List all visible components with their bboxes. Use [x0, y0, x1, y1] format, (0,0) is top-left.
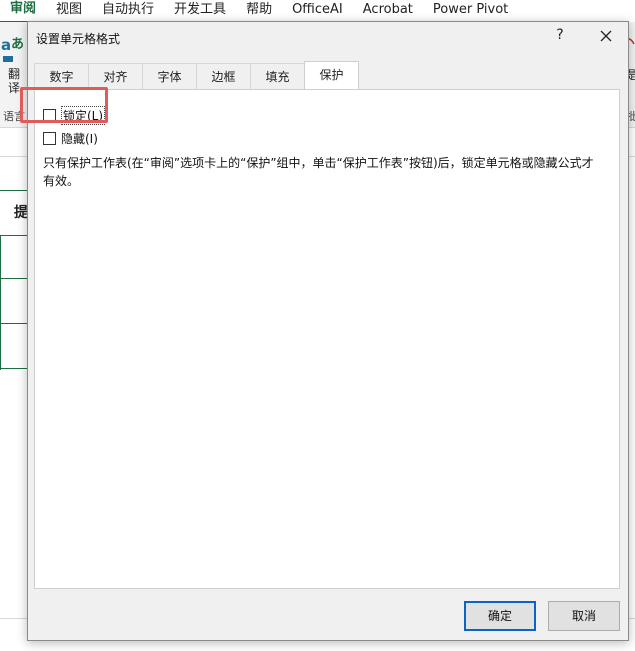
- translate-icon[interactable]: a あ: [1, 34, 27, 64]
- sheet-row-divider: [0, 278, 28, 279]
- ribbon-tab-bar: 审阅 视图 自动执行 开发工具 帮助 OfficeAI Acrobat Powe…: [0, 0, 635, 23]
- ribbon-tab-review[interactable]: 审阅: [0, 0, 47, 23]
- sheet-row-divider: [0, 323, 28, 324]
- ribbon-tab-power-pivot[interactable]: Power Pivot: [423, 0, 518, 22]
- tab-protection[interactable]: 保护: [304, 61, 359, 89]
- ribbon-tab-developer[interactable]: 开发工具: [164, 0, 236, 22]
- tab-number[interactable]: 数字: [34, 63, 89, 89]
- sheet-row-divider: [0, 368, 28, 369]
- svg-text:あ: あ: [11, 37, 24, 52]
- ribbon-tab-automate[interactable]: 自动执行: [92, 0, 164, 22]
- hidden-checkbox[interactable]: [43, 132, 56, 145]
- tab-font[interactable]: 字体: [142, 63, 197, 89]
- hidden-checkbox-row[interactable]: 隐藏(I): [43, 130, 98, 147]
- tab-alignment[interactable]: 对齐: [88, 63, 143, 89]
- dialog-tab-strip: 数字 对齐 字体 边框 填充 保护: [34, 61, 359, 90]
- tab-border[interactable]: 边框: [196, 63, 251, 89]
- svg-text:a: a: [1, 36, 11, 54]
- annotation-highlight-box: [20, 87, 108, 123]
- ok-button[interactable]: 确定: [464, 601, 536, 631]
- protection-info-text: 只有保护工作表(在“审阅”选项卡上的“保护”组中，单击“保护工作表”按钮)后，锁…: [43, 156, 594, 188]
- ribbon-tab-officeai[interactable]: OfficeAI: [282, 0, 353, 22]
- dialog-title: 设置单元格格式: [36, 32, 121, 46]
- protection-panel: 锁定(L) 隐藏(I) 只有保护工作表(在“审阅”选项卡上的“保护”组中，单击“…: [34, 89, 620, 589]
- sheet-header-text: 提: [14, 205, 28, 221]
- ribbon-tab-help[interactable]: 帮助: [236, 0, 282, 22]
- hidden-label[interactable]: 隐藏(I): [61, 130, 98, 147]
- translate-button-label[interactable]: 翻 译: [8, 67, 20, 95]
- ribbon-tab-view[interactable]: 视图: [46, 0, 92, 22]
- format-cells-dialog: 设置单元格格式 ? 数字 对齐 字体 边框 填充 保护 锁定(L) 隐藏(I) …: [27, 21, 629, 641]
- close-icon: [600, 30, 612, 42]
- tab-fill[interactable]: 填充: [250, 63, 305, 89]
- help-button[interactable]: ?: [552, 27, 568, 45]
- close-button[interactable]: [596, 26, 616, 46]
- cancel-button[interactable]: 取消: [548, 601, 620, 631]
- ribbon-tab-acrobat[interactable]: Acrobat: [353, 0, 423, 22]
